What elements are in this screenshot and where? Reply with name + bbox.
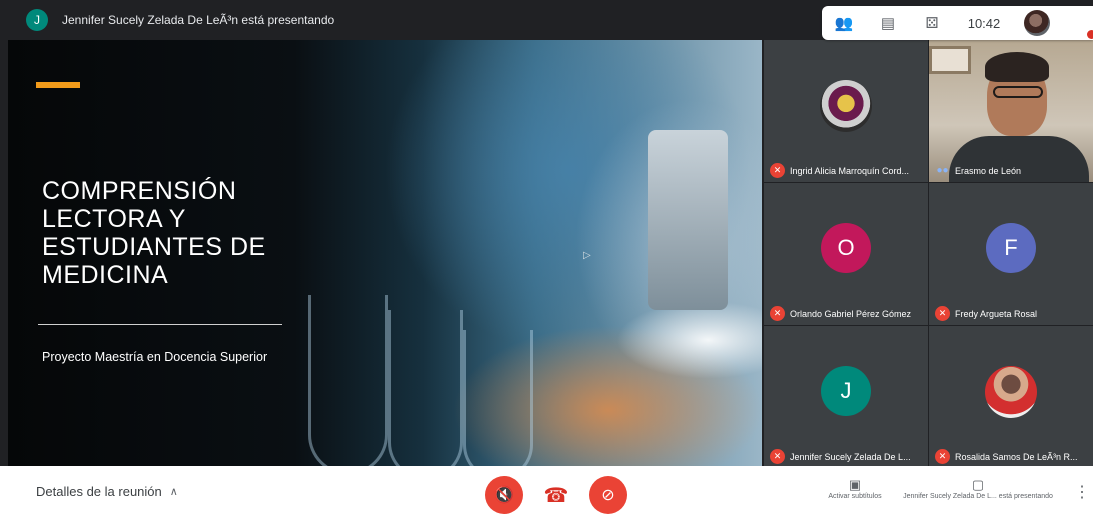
- bottom-control-bar: Detalles de la reunión ∧ 🔇 ☎ ⊘ ▣ Activar…: [0, 466, 1093, 518]
- participant-tile[interactable]: O ✕ Orlando Gabriel Pérez Gómez: [764, 183, 928, 325]
- camera-off-icon: ⊘: [601, 487, 615, 504]
- people-icon[interactable]: 👥: [822, 6, 866, 40]
- participant-name: Erasmo de León: [955, 165, 1022, 176]
- leave-call-button[interactable]: ☎: [537, 476, 575, 514]
- participant-tile[interactable]: F ✕ Fredy Argueta Rosal: [929, 183, 1093, 325]
- participant-name-tag: ●● Erasmo de León: [935, 163, 1021, 178]
- captions-label: Activar subtítulos: [828, 493, 882, 500]
- camera-toggle-button[interactable]: ⊘: [589, 476, 627, 514]
- present-screen-icon: ▢: [971, 477, 985, 492]
- wall-frame-graphic: [929, 46, 971, 74]
- video-glasses: [993, 86, 1043, 98]
- test-tube-graphic: [308, 295, 388, 466]
- pointer-cursor-icon: ▷: [583, 250, 591, 261]
- participant-name-tag: ✕ Rosalida Samos De LeÃ³n R...: [935, 449, 1078, 464]
- presented-slide: COMPRENSIÓN LECTORA Y ESTUDIANTES DE MED…: [8, 40, 762, 466]
- participant-letter-avatar: O: [821, 223, 871, 273]
- meet-window: J Jennifer Sucely Zelada De LeÃ³n está p…: [0, 0, 1093, 518]
- participant-name: Ingrid Alicia Marroquín Cord...: [790, 165, 910, 176]
- participant-photo-avatar: [985, 366, 1037, 418]
- microphone-toggle-button[interactable]: 🔇: [485, 476, 523, 514]
- participant-name-tag: ✕ Ingrid Alicia Marroquín Cord...: [770, 163, 909, 178]
- top-right-controls: 👥 ▤ ⚄ 10:42: [822, 6, 1093, 40]
- participant-photo-avatar: [820, 80, 872, 132]
- captions-button[interactable]: ▣ Activar subtítulos: [810, 478, 900, 501]
- chevron-up-icon: ∧: [169, 486, 178, 498]
- activities-icon[interactable]: ⚄: [910, 6, 954, 40]
- participant-tile[interactable]: J ✕ Jennifer Sucely Zelada De L...: [764, 326, 928, 468]
- slide-subtitle: Proyecto Maestría en Docencia Superior: [42, 350, 268, 364]
- presenter-banner: J Jennifer Sucely Zelada De LeÃ³n está p…: [0, 0, 820, 40]
- participant-name-tag: ✕ Fredy Argueta Rosal: [935, 306, 1037, 321]
- chat-icon[interactable]: ▤: [866, 6, 910, 40]
- more-options-icon[interactable]: ⋮: [1074, 482, 1090, 502]
- video-hair: [985, 52, 1049, 82]
- mic-off-icon: ✕: [935, 306, 950, 321]
- slide-divider: [38, 324, 282, 325]
- clock-time: 10:42: [967, 15, 1001, 31]
- mic-off-icon: ✕: [770, 306, 785, 321]
- test-tube-graphic: [388, 310, 463, 466]
- participant-name: Rosalida Samos De LeÃ³n R...: [955, 451, 1078, 462]
- participant-name: Fredy Argueta Rosal: [955, 308, 1038, 319]
- participant-tile-video[interactable]: ●● Erasmo de León: [929, 40, 1093, 182]
- self-view-thumbnail[interactable]: [1024, 10, 1050, 36]
- participant-tile[interactable]: ✕ Rosalida Samos De LeÃ³n R...: [929, 326, 1093, 468]
- microscope-lens-graphic: [648, 130, 728, 310]
- slide-title: COMPRENSIÓN LECTORA Y ESTUDIANTES DE MED…: [42, 177, 266, 289]
- meeting-details-label: Detalles de la reunión: [36, 484, 162, 499]
- participant-letter-avatar: J: [821, 366, 871, 416]
- participant-grid: ✕ Ingrid Alicia Marroquín Cord... ●● Era…: [764, 40, 1093, 468]
- presenter-avatar: J: [26, 9, 48, 31]
- mic-off-icon: 🔇: [494, 487, 514, 504]
- hang-up-icon: ☎: [543, 484, 569, 507]
- slide-accent-bar: [36, 82, 80, 88]
- participant-letter-avatar: F: [986, 223, 1036, 273]
- participant-name: Orlando Gabriel Pérez Gómez: [790, 308, 912, 319]
- captions-icon: ▣: [848, 477, 862, 492]
- participant-tile[interactable]: ✕ Ingrid Alicia Marroquín Cord...: [764, 40, 928, 182]
- presentation-label: Jennifer Sucely Zelada De L... está pres…: [903, 493, 1053, 500]
- test-tube-graphic: [463, 330, 533, 466]
- meeting-details-button[interactable]: Detalles de la reunión ∧: [36, 484, 178, 499]
- participant-name-tag: ✕ Jennifer Sucely Zelada De L...: [770, 449, 911, 464]
- presenter-banner-text: Jennifer Sucely Zelada De LeÃ³n está pre…: [62, 13, 335, 27]
- mic-off-icon: ✕: [770, 449, 785, 464]
- mic-off-icon: ✕: [935, 449, 950, 464]
- mic-off-icon: ✕: [770, 163, 785, 178]
- participant-name: Jennifer Sucely Zelada De L...: [790, 451, 911, 462]
- presentation-button[interactable]: ▢ Jennifer Sucely Zelada De L... está pr…: [903, 477, 1053, 501]
- mic-muted-indicator: [1087, 30, 1093, 39]
- speaking-indicator-icon: ●●: [936, 165, 949, 176]
- participant-name-tag: ✕ Orlando Gabriel Pérez Gómez: [770, 306, 911, 321]
- meeting-stage: J Jennifer Sucely Zelada De LeÃ³n está p…: [0, 0, 1093, 468]
